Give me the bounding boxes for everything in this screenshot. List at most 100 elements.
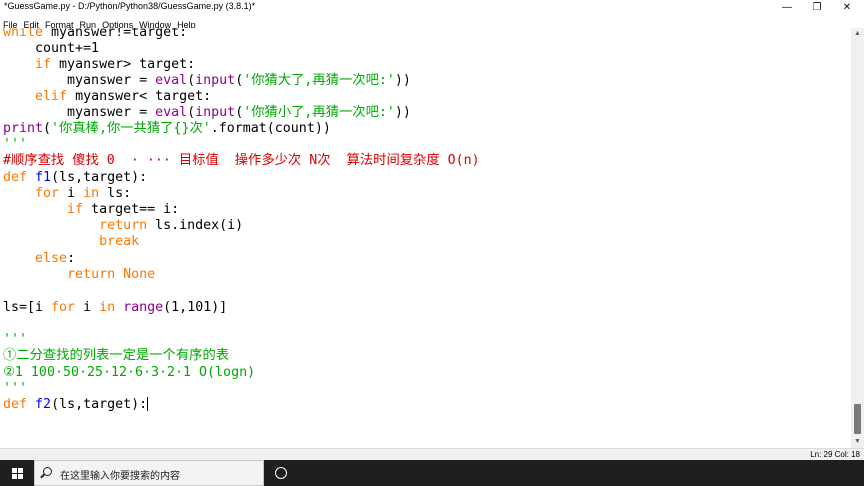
code-token: (ls,target):	[51, 397, 148, 412]
keyword-token: if	[35, 57, 52, 72]
code-line: ①二分查找的列表一定是一个有序的表	[3, 348, 229, 364]
string-token: '你猜大了,再猜一次吧:'	[243, 73, 395, 88]
code-line: def f2(ls,target):	[3, 397, 149, 413]
code-line: def f1(ls,target):	[3, 170, 147, 186]
code-line: '''	[3, 332, 27, 348]
code-line: ls=[i for i in range(1,101)]	[3, 300, 227, 316]
scroll-thumb[interactable]	[854, 404, 861, 434]
builtin-token: eval	[155, 105, 188, 120]
string-token: '你真棒,你一共猜了{}次'	[51, 121, 211, 136]
keyword-token: break	[99, 234, 140, 249]
keyword-token: def	[3, 170, 28, 185]
code-token: ls.index(i)	[147, 218, 244, 233]
code-line: if myanswer> target:	[3, 57, 195, 73]
restore-button[interactable]: ❐	[802, 0, 832, 15]
keyword-token: None	[123, 267, 156, 282]
builtin-token: range	[123, 300, 164, 315]
code-token: ))	[394, 105, 411, 120]
definition-token: f2	[35, 397, 52, 412]
code-line: if target== i:	[3, 202, 179, 218]
code-token: myanswer =	[3, 73, 156, 88]
search-placeholder: 在这里输入你要搜索的内容	[60, 471, 180, 482]
code-token: target== i:	[83, 202, 180, 217]
title-bar: *GuessGame.py - D:/Python/Python38/Guess…	[0, 0, 864, 15]
code-token: .format(count))	[210, 121, 331, 136]
keyword-token: if	[67, 202, 84, 217]
code-token: ls=[i	[3, 300, 52, 315]
string-token: '''	[3, 332, 28, 347]
text-cursor	[147, 397, 149, 411]
code-token: (ls,target):	[51, 170, 148, 185]
string-token: '你猜小了,再猜一次吧:'	[243, 105, 395, 120]
string-token: ①二分查找的列表一定是一个有序的表	[3, 348, 230, 363]
code-line: count+=1	[3, 41, 99, 57]
code-line: #顺序查找 傻找 0 · ··· 目标值 操作多少次 N次 算法时间复杂度 O(…	[3, 153, 480, 169]
code-token: myanswer =	[3, 105, 156, 120]
code-token: i	[59, 186, 84, 201]
cortana-icon	[275, 467, 287, 479]
code-token: ls:	[99, 186, 132, 201]
code-token: (	[235, 105, 244, 120]
code-line: myanswer = eval(input('你猜大了,再猜一次吧:'))	[3, 73, 411, 89]
code-line: print('你真棒,你一共猜了{}次'.format(count))	[3, 121, 331, 137]
code-token: (	[43, 121, 52, 136]
code-token: myanswer< target:	[67, 89, 212, 104]
keyword-token: return	[99, 218, 148, 233]
cortana-button[interactable]	[266, 460, 296, 486]
keyword-token: in	[83, 186, 100, 201]
code-editor[interactable]: while myanswer!=target: count+=1 if myan…	[0, 28, 851, 448]
builtin-token: input	[195, 105, 236, 120]
code-line: elif myanswer< target:	[3, 89, 211, 105]
code-token: myanswer> target:	[51, 57, 196, 72]
code-line: return None	[3, 267, 155, 283]
code-line: else:	[3, 251, 75, 267]
code-line: '''	[3, 381, 27, 397]
minimize-button[interactable]: —	[772, 0, 802, 15]
taskbar: 在这里输入你要搜索的内容	[0, 460, 864, 486]
vertical-scrollbar[interactable]: ▲ ▼	[851, 28, 864, 448]
code-line: return ls.index(i)	[3, 218, 243, 234]
builtin-token: eval	[155, 73, 188, 88]
keyword-token: elif	[35, 89, 68, 104]
code-line: '''	[3, 137, 27, 153]
code-token: :	[67, 251, 76, 266]
comment-token: #顺序查找 傻找 0 · ··· 目标值 操作多少次 N次 算法时间复杂度 O(…	[3, 153, 480, 168]
code-token: (1,101)]	[163, 300, 228, 315]
keyword-token: for	[51, 300, 76, 315]
code-token: i	[75, 300, 100, 315]
code-line: break	[3, 234, 139, 250]
string-token: '''	[3, 381, 28, 396]
menu-bar: File Edit Format Run Options Window Help	[0, 15, 864, 30]
code-line: myanswer = eval(input('你猜小了,再猜一次吧:'))	[3, 105, 411, 121]
scroll-down-arrow-icon[interactable]: ▼	[851, 436, 864, 448]
code-token: count+=1	[3, 41, 100, 56]
keyword-token: else	[35, 251, 68, 266]
keyword-token: return	[67, 267, 116, 282]
string-token: '''	[3, 137, 28, 152]
close-button[interactable]: ✕	[832, 0, 862, 15]
start-button[interactable]	[0, 460, 34, 486]
code-token: (	[235, 73, 244, 88]
keyword-token: def	[3, 397, 28, 412]
builtin-token: input	[195, 73, 236, 88]
code-line: while myanswer!=target:	[3, 28, 187, 41]
scroll-up-arrow-icon[interactable]: ▲	[851, 28, 864, 40]
code-token: ))	[394, 73, 411, 88]
taskbar-search-box[interactable]: 在这里输入你要搜索的内容	[34, 460, 264, 486]
builtin-token: print	[3, 121, 44, 136]
search-icon	[43, 467, 52, 476]
code-token: myanswer!=target:	[43, 28, 188, 40]
windows-logo-icon	[12, 468, 23, 479]
keyword-token: for	[35, 186, 60, 201]
